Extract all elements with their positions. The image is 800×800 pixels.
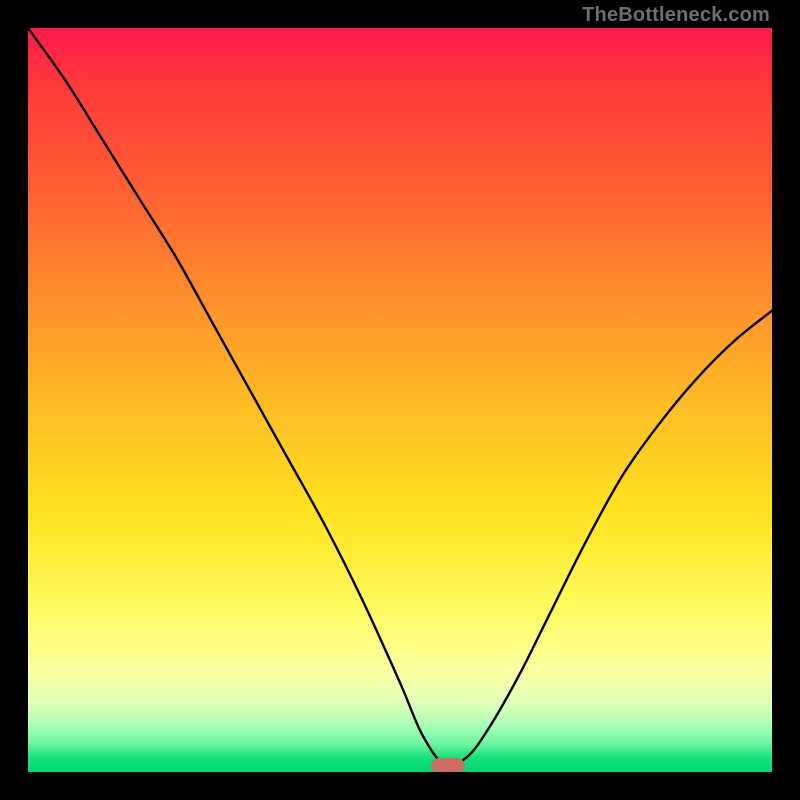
bottleneck-curve (28, 28, 772, 772)
plot-area (28, 28, 772, 772)
chart-frame: TheBottleneck.com (0, 0, 800, 800)
watermark-text: TheBottleneck.com (582, 4, 770, 27)
minimum-marker-pill (431, 758, 465, 772)
